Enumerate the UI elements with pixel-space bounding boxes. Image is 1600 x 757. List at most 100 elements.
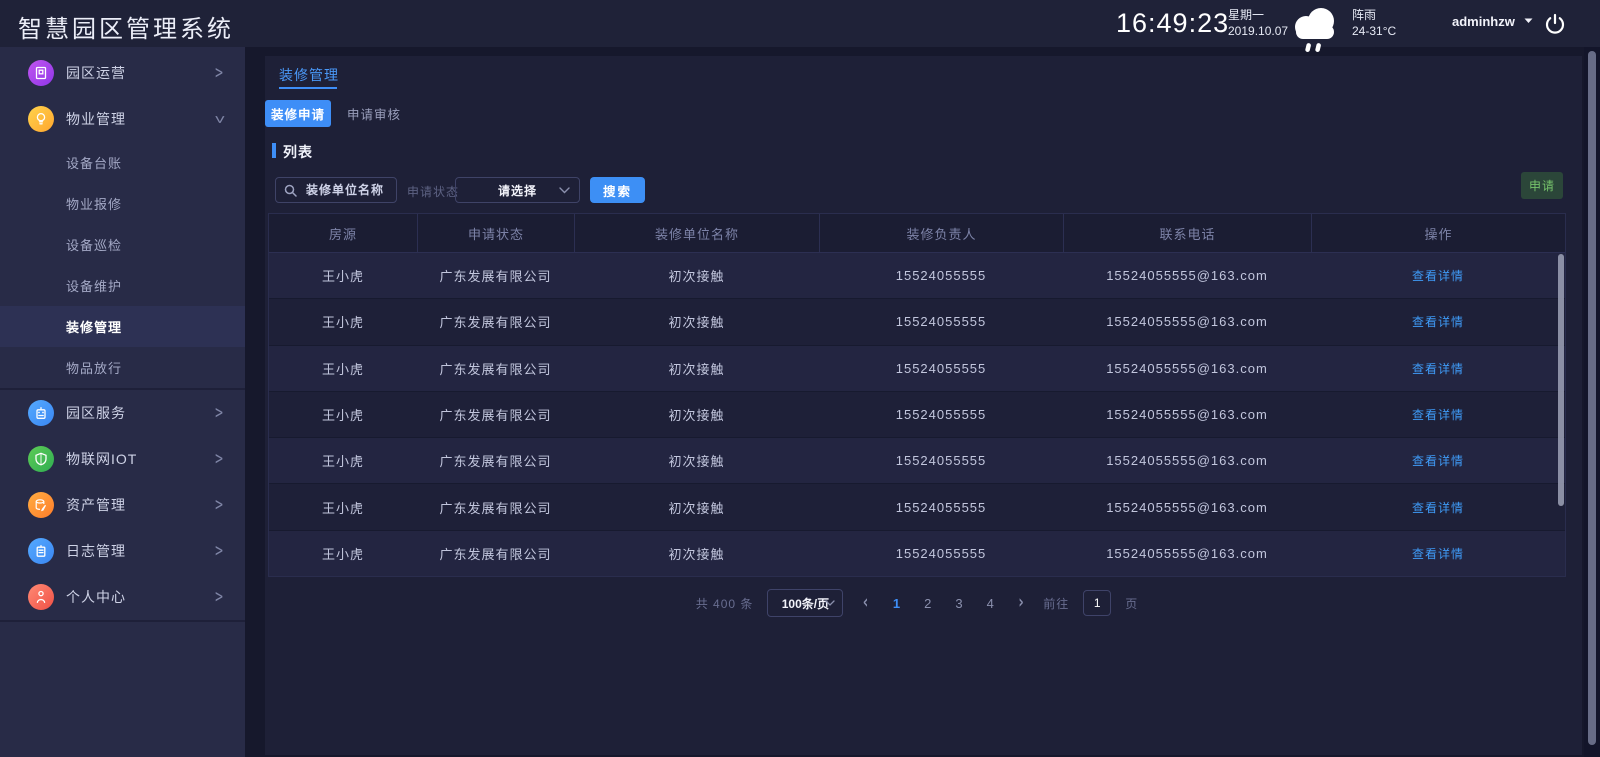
view-details-link[interactable]: 查看详情 <box>1412 545 1464 562</box>
cell-leader: 15524055555 <box>819 484 1063 529</box>
status-select-value: 请选择 <box>498 182 537 199</box>
cell-house: 王小虎 <box>269 253 417 298</box>
sidebar-item-decoration-management[interactable]: 装修管理 <box>0 306 245 347</box>
sidebar-divider <box>0 620 245 622</box>
page-size-select[interactable]: 100条/页 <box>767 589 843 617</box>
log-management-icon <box>28 538 54 564</box>
weather-block: 阵雨 24-31°C <box>1352 7 1396 39</box>
table-header-row: 房源 申请状态 装修单位名称 装修负责人 联系电话 操作 <box>269 214 1565 253</box>
table-row: 王小虎 广东发展有限公司 初次接触 15524055555 1552405555… <box>269 253 1565 298</box>
view-details-link[interactable]: 查看详情 <box>1412 360 1464 377</box>
search-button[interactable]: 搜索 <box>590 177 645 203</box>
tab-decoration-management[interactable]: 装修管理 <box>279 65 339 85</box>
weather-desc: 阵雨 <box>1352 7 1396 23</box>
personal-center-icon <box>28 584 54 610</box>
cell-apply-status: 广东发展有限公司 <box>417 253 574 298</box>
view-details-link[interactable]: 查看详情 <box>1412 499 1464 516</box>
cell-actions: 查看详情 <box>1311 392 1565 437</box>
sidebar-item-property-repair[interactable]: 物业报修 <box>0 183 245 224</box>
apply-button[interactable]: 申请 <box>1521 172 1563 199</box>
cell-house: 王小虎 <box>269 392 417 437</box>
status-select[interactable]: 请选择 <box>455 177 580 203</box>
search-input[interactable] <box>275 177 397 203</box>
content-panel: 装修管理 装修申请 申请审核 列表 申请状态 请选择 搜索 申请 <box>265 56 1582 755</box>
cell-apply-status: 广东发展有限公司 <box>417 531 574 576</box>
sidebar-item-log-management[interactable]: 日志管理 > <box>0 528 245 574</box>
iot-shield-icon <box>28 446 54 472</box>
page-number-3[interactable]: 3 <box>950 596 967 611</box>
power-icon[interactable] <box>1543 12 1567 36</box>
sidebar-item-asset-management[interactable]: 资产管理 > <box>0 482 245 528</box>
sidebar-item-park-service[interactable]: 园区服务 > <box>0 390 245 436</box>
goto-page-input[interactable] <box>1083 590 1111 616</box>
cell-leader: 15524055555 <box>819 253 1063 298</box>
app-title: 智慧园区管理系统 <box>18 9 234 44</box>
cell-leader: 15524055555 <box>819 438 1063 483</box>
sidebar-item-label: 日志管理 <box>66 541 126 561</box>
sidebar-item-iot[interactable]: 物联网IOT > <box>0 436 245 482</box>
cell-apply-status: 广东发展有限公司 <box>417 299 574 344</box>
status-filter-label: 申请状态 <box>407 183 459 200</box>
view-details-link[interactable]: 查看详情 <box>1412 267 1464 284</box>
tab-active-underline <box>279 87 337 89</box>
cell-phone: 15524055555@163.com <box>1063 346 1311 391</box>
sidebar-item-device-maintenance[interactable]: 设备维护 <box>0 265 245 306</box>
cell-phone: 15524055555@163.com <box>1063 392 1311 437</box>
cell-unit-name: 初次接触 <box>574 346 819 391</box>
prev-page-button[interactable]: ‹ <box>857 593 873 614</box>
table-row: 王小虎 广东发展有限公司 初次接触 15524055555 1552405555… <box>269 530 1565 576</box>
sidebar-item-personal-center[interactable]: 个人中心 > <box>0 574 245 620</box>
cell-apply-status: 广东发展有限公司 <box>417 484 574 529</box>
page-number-2[interactable]: 2 <box>919 596 936 611</box>
page-number-1[interactable]: 1 <box>888 596 905 611</box>
cell-leader: 15524055555 <box>819 392 1063 437</box>
cell-phone: 15524055555@163.com <box>1063 253 1311 298</box>
view-details-link[interactable]: 查看详情 <box>1412 452 1464 469</box>
sidebar-item-label: 物联网IOT <box>66 449 137 469</box>
cell-actions: 查看详情 <box>1311 484 1565 529</box>
cell-actions: 查看详情 <box>1311 253 1565 298</box>
cloud-showers-icon <box>1288 4 1344 54</box>
sidebar-item-park-operation[interactable]: 园区运营 > <box>0 50 245 96</box>
page-size-value: 100条/页 <box>782 595 829 612</box>
cell-actions: 查看详情 <box>1311 299 1565 344</box>
table-body: 王小虎 广东发展有限公司 初次接触 15524055555 1552405555… <box>269 253 1565 576</box>
sidebar-item-goods-release[interactable]: 物品放行 <box>0 347 245 388</box>
column-header-house: 房源 <box>269 214 417 252</box>
sidebar-item-device-ledger[interactable]: 设备台账 <box>0 142 245 183</box>
user-menu[interactable]: adminhzw <box>1452 14 1533 29</box>
cell-apply-status: 广东发展有限公司 <box>417 392 574 437</box>
next-page-button[interactable]: › <box>1013 593 1029 614</box>
table-row: 王小虎 广东发展有限公司 初次接触 15524055555 1552405555… <box>269 345 1565 391</box>
cell-apply-status: 广东发展有限公司 <box>417 346 574 391</box>
park-operation-icon <box>28 60 54 86</box>
cell-unit-name: 初次接触 <box>574 392 819 437</box>
sidebar-submenu-property: 设备台账 物业报修 设备巡检 设备维护 装修管理 物品放行 <box>0 142 245 388</box>
main-area: 装修管理 装修申请 申请审核 列表 申请状态 请选择 搜索 申请 <box>245 47 1584 757</box>
page-number-4[interactable]: 4 <box>982 596 999 611</box>
park-service-icon <box>28 400 54 426</box>
chevron-right-icon: > <box>215 403 223 424</box>
view-details-link[interactable]: 查看详情 <box>1412 406 1464 423</box>
sidebar-item-property-management[interactable]: 物业管理 > <box>0 96 245 142</box>
subtab-apply-review[interactable]: 申请审核 <box>341 100 407 127</box>
sidebar-item-device-inspection[interactable]: 设备巡检 <box>0 224 245 265</box>
caret-down-icon <box>1524 18 1533 24</box>
cell-unit-name: 初次接触 <box>574 299 819 344</box>
cell-house: 王小虎 <box>269 484 417 529</box>
decoration-table: 房源 申请状态 装修单位名称 装修负责人 联系电话 操作 王小虎 广东发展有限公… <box>268 213 1566 577</box>
table-scrollbar-thumb[interactable] <box>1558 254 1564 506</box>
chevron-right-icon: > <box>215 63 223 84</box>
cell-leader: 15524055555 <box>819 346 1063 391</box>
subtab-decoration-apply[interactable]: 装修申请 <box>265 100 331 127</box>
view-details-link[interactable]: 查看详情 <box>1412 313 1464 330</box>
cell-leader: 15524055555 <box>819 299 1063 344</box>
cell-actions: 查看详情 <box>1311 346 1565 391</box>
cell-unit-name: 初次接触 <box>574 253 819 298</box>
temperature-label: 24-31°C <box>1352 23 1396 39</box>
cell-phone: 15524055555@163.com <box>1063 438 1311 483</box>
cell-house: 王小虎 <box>269 346 417 391</box>
weekday-label: 星期一 <box>1228 7 1288 23</box>
window-scrollbar-thumb[interactable] <box>1588 51 1596 745</box>
sidebar-item-label: 资产管理 <box>66 495 126 515</box>
